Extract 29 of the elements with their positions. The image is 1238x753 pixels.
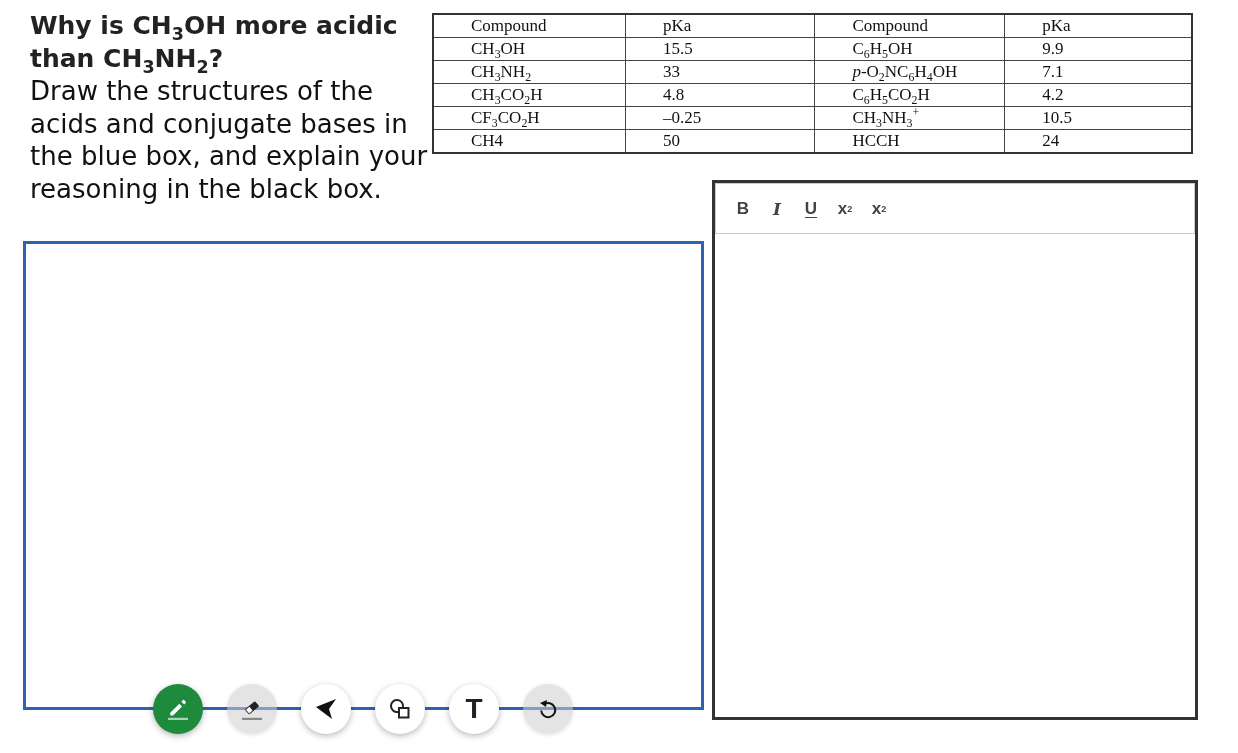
pen-tool-button[interactable]	[153, 684, 203, 734]
table-cell: C$_{6}$H$_{5}$OH	[814, 37, 1005, 61]
pencil-icon	[168, 698, 188, 720]
table-cell: 33	[625, 60, 815, 84]
column-header: pKa	[625, 14, 815, 38]
table-cell: –0.25	[625, 106, 815, 130]
eraser-icon	[242, 698, 262, 720]
superscript-button[interactable]: x$^{2}$	[864, 195, 894, 222]
question-title: Why is CH$_{3}$OH more acidic than CH$_{3}$NH$_{2}$?	[30, 10, 399, 75]
pointer-arrow-icon	[316, 699, 336, 719]
shapes-tool-button[interactable]	[375, 684, 425, 734]
table-cell: 4.8	[625, 83, 815, 107]
table-cell: 15.5	[625, 37, 815, 61]
text-tool-button[interactable]: T	[449, 684, 499, 734]
column-header: Compound	[433, 14, 626, 38]
bold-button[interactable]: B	[728, 195, 758, 222]
table-cell: p-O$_{2}$NC$_{6}$H$_{4}$OH	[814, 60, 1005, 84]
column-header: Compound	[814, 14, 1005, 38]
instructions-text: Draw the structures of the acids and conjugate bases in the blue box, and explain your reasoning in the black box.	[30, 75, 429, 205]
table-cell: CF$_{3}$CO$_{2}$H	[433, 106, 626, 130]
table-cell: C$_{6}$H$_{5}$CO$_{2}$H	[814, 83, 1005, 107]
table-cell: CH$_{3}$OH	[433, 37, 626, 61]
table-cell: CH$_{3}$CO$_{2}$H	[433, 83, 626, 107]
italic-button[interactable]: I	[762, 195, 792, 222]
table-cell: CH$_{3}$NH$_{2}$	[433, 60, 626, 84]
undo-icon	[539, 699, 557, 719]
shapes-icon	[390, 699, 410, 719]
select-tool-button[interactable]	[301, 684, 351, 734]
underline-button[interactable]: U	[796, 195, 826, 222]
